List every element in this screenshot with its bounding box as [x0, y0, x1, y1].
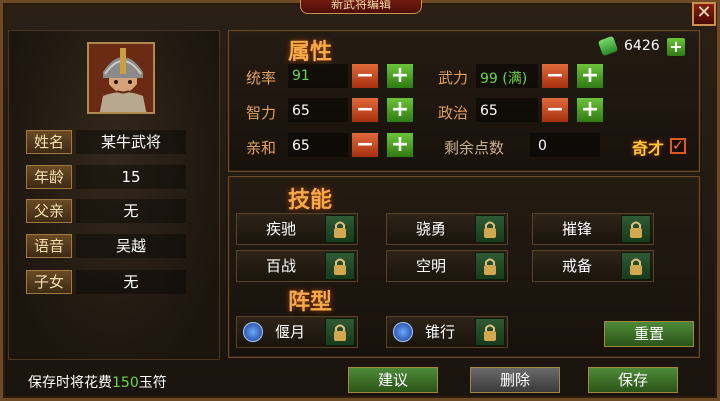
- add-jade-button[interactable]: +: [666, 37, 686, 57]
- children-value[interactable]: 无: [76, 270, 186, 294]
- stat-value-might: 99 (满): [480, 71, 528, 87]
- skill-name: 摧锋: [561, 220, 592, 238]
- stat-value-command: 91: [292, 68, 310, 84]
- info-row-voice: 语音 吴越: [26, 234, 216, 260]
- skill-slot-6[interactable]: 戒备: [532, 250, 654, 282]
- portrait-image: [89, 44, 153, 112]
- voice-value[interactable]: 吴越: [76, 234, 186, 258]
- charm-plus-button[interactable]: +: [386, 132, 414, 158]
- close-button[interactable]: ✕: [692, 2, 716, 26]
- general-portrait: [87, 42, 155, 114]
- skill-slot-4[interactable]: 百战: [236, 250, 358, 282]
- skill-name: 疾驰: [265, 220, 296, 238]
- formation-name: 偃月: [274, 323, 305, 341]
- voice-label: 语音: [26, 234, 72, 258]
- stat-value-politics: 65: [480, 103, 498, 119]
- skill-name: 百战: [265, 257, 296, 275]
- lock-icon[interactable]: [475, 215, 505, 243]
- father-label: 父亲: [26, 199, 72, 223]
- lock-icon[interactable]: [621, 215, 651, 243]
- remaining-points-number: 0: [538, 138, 547, 154]
- jade-amount: 6426: [624, 38, 660, 54]
- crescent-formation-icon: [243, 322, 263, 342]
- save-cost-prefix: 保存时将花费: [28, 375, 112, 391]
- info-row-children: 子女 无: [26, 270, 216, 296]
- charm-minus-button[interactable]: −: [351, 132, 379, 158]
- skills-title: 技能: [288, 188, 333, 213]
- lock-icon[interactable]: [325, 215, 355, 243]
- lock-icon[interactable]: [475, 252, 505, 280]
- lock-icon[interactable]: [475, 318, 505, 346]
- intelligence-plus-button[interactable]: +: [386, 97, 414, 123]
- might-minus-button[interactable]: −: [541, 63, 569, 89]
- father-value[interactable]: 无: [76, 199, 186, 223]
- lock-icon[interactable]: [325, 252, 355, 280]
- formation-name: 锥行: [424, 323, 455, 341]
- lock-icon[interactable]: [621, 252, 651, 280]
- lock-icon[interactable]: [325, 318, 355, 346]
- reset-button[interactable]: 重置: [604, 321, 694, 347]
- formation-slot-1[interactable]: 偃月: [236, 316, 358, 348]
- stat-label-charm: 亲和: [246, 139, 277, 157]
- delete-button[interactable]: 删除: [470, 367, 560, 393]
- stat-value-charm: 65: [292, 138, 310, 154]
- name-label: 姓名: [26, 130, 72, 154]
- stat-label-might: 武力: [438, 69, 469, 87]
- politics-plus-button[interactable]: +: [576, 97, 604, 123]
- skill-name: 骁勇: [415, 220, 446, 238]
- save-cost-suffix: 玉符: [138, 375, 167, 391]
- politics-minus-button[interactable]: −: [541, 97, 569, 123]
- remaining-points-label: 剩余点数: [444, 139, 505, 157]
- stat-value-intelligence: 65: [292, 103, 310, 119]
- command-plus-button[interactable]: +: [386, 63, 414, 89]
- save-cost-amount: 150: [112, 375, 139, 391]
- command-minus-button[interactable]: −: [351, 63, 379, 89]
- info-row-name: 姓名 某牛武将: [26, 130, 216, 156]
- skill-slot-3[interactable]: 摧锋: [532, 213, 654, 245]
- stat-label-command: 统率: [246, 69, 277, 87]
- might-plus-button[interactable]: +: [576, 63, 604, 89]
- stat-label-intelligence: 智力: [246, 104, 277, 122]
- dialog-title: 新武将编辑: [300, 0, 422, 14]
- name-value[interactable]: 某牛武将: [76, 130, 186, 154]
- children-label: 子女: [26, 270, 72, 294]
- genius-label: 奇才: [632, 139, 665, 158]
- skill-name: 空明: [415, 257, 446, 275]
- intelligence-minus-button[interactable]: −: [351, 97, 379, 123]
- stat-label-politics: 政治: [438, 104, 469, 122]
- wedge-formation-icon: [393, 322, 413, 342]
- age-value[interactable]: 15: [76, 165, 186, 189]
- suggest-button[interactable]: 建议: [348, 367, 438, 393]
- formation-title: 阵型: [288, 290, 333, 315]
- attributes-title: 属性: [288, 40, 333, 65]
- formation-slot-2[interactable]: 锥行: [386, 316, 508, 348]
- skill-slot-1[interactable]: 疾驰: [236, 213, 358, 245]
- save-button[interactable]: 保存: [588, 367, 678, 393]
- age-label: 年龄: [26, 165, 72, 189]
- skill-slot-5[interactable]: 空明: [386, 250, 508, 282]
- genius-checkbox[interactable]: ✓: [670, 138, 686, 154]
- skill-name: 戒备: [561, 257, 592, 275]
- save-cost-text: 保存时将花费150玉符: [28, 372, 167, 392]
- skill-slot-2[interactable]: 骁勇: [386, 213, 508, 245]
- info-row-father: 父亲 无: [26, 199, 216, 225]
- info-row-age: 年龄 15: [26, 165, 216, 191]
